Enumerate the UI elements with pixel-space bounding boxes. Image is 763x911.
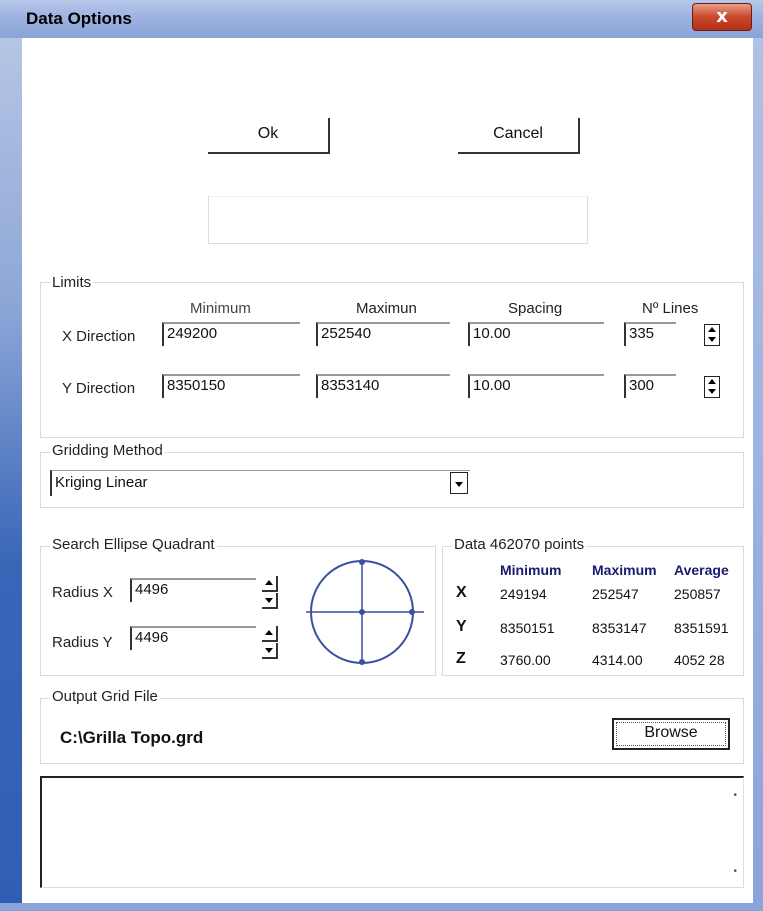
browse-button[interactable]: Browse xyxy=(612,718,730,750)
close-icon: x xyxy=(716,6,728,27)
x-spacing-field[interactable]: 10.00 xyxy=(468,322,604,346)
spin-up-icon xyxy=(265,580,273,585)
spin-up-button[interactable] xyxy=(262,576,278,592)
y-min-field[interactable]: 8350150 xyxy=(162,374,300,398)
empty-panel xyxy=(208,196,588,244)
ellipse-group-label: Search Ellipse Quadrant xyxy=(50,536,217,553)
stats-axis-z: Z xyxy=(456,650,466,667)
y-lines-spinner[interactable] xyxy=(704,376,720,398)
stats-x-max: 252547 xyxy=(592,586,639,602)
output-group-label: Output Grid File xyxy=(50,688,160,705)
spin-up-icon xyxy=(708,379,716,384)
dialog-body: Ok Cancel Limits Minimum Maximun Spacing… xyxy=(22,38,753,903)
col-spacing-header: Spacing xyxy=(508,300,563,317)
stats-axis-x: X xyxy=(456,584,467,601)
stats-y-min: 8350151 xyxy=(500,620,555,636)
stats-z-avg: 4052 28 xyxy=(674,652,725,668)
spin-up-icon xyxy=(708,327,716,332)
spin-down-icon xyxy=(708,337,716,342)
limits-group-label: Limits xyxy=(50,274,94,291)
scroll-up-icon[interactable]: • xyxy=(733,790,737,801)
gridding-group-label: Gridding Method xyxy=(50,442,165,459)
gridding-method-select[interactable]: Kriging Linear xyxy=(50,470,470,496)
radius-x-spinner[interactable] xyxy=(262,576,278,612)
y-spacing-field[interactable]: 10.00 xyxy=(468,374,604,398)
spin-down-icon xyxy=(265,648,273,653)
col-minimum-header: Minimum xyxy=(190,300,251,317)
window-bottom-border xyxy=(0,903,763,911)
stats-x-min: 249194 xyxy=(500,586,547,602)
window-right-border xyxy=(753,38,763,911)
radius-x-label: Radius X xyxy=(52,584,113,601)
stats-y-max: 8353147 xyxy=(592,620,647,636)
window-left-border xyxy=(0,38,22,911)
dropdown-arrow-icon xyxy=(455,482,463,487)
spin-down-button[interactable] xyxy=(262,593,278,609)
window-title: Data Options xyxy=(26,9,132,28)
ellipse-quadrant-icon xyxy=(306,559,424,665)
stats-header-minimum: Minimum xyxy=(500,562,562,578)
x-max-field[interactable]: 252540 xyxy=(316,322,450,346)
data-label: Data xyxy=(454,536,486,553)
stats-header-maximum: Maximum xyxy=(592,562,657,578)
x-direction-label: X Direction xyxy=(62,328,136,345)
radius-x-field[interactable]: 4496 xyxy=(130,578,256,602)
spin-down-icon xyxy=(708,389,716,394)
stats-z-max: 4314.00 xyxy=(592,652,643,668)
output-file-path: C:\Grilla Topo.grd xyxy=(60,728,204,747)
spin-down-icon xyxy=(265,598,273,603)
spin-up-icon xyxy=(265,630,273,635)
stats-y-avg: 8351591 xyxy=(674,620,729,636)
stats-axis-y: Y xyxy=(456,618,467,635)
ok-button[interactable]: Ok xyxy=(208,118,330,154)
spin-down-button[interactable] xyxy=(262,643,278,659)
radius-y-label: Radius Y xyxy=(52,634,113,651)
cancel-button[interactable]: Cancel xyxy=(458,118,580,154)
radius-y-spinner[interactable] xyxy=(262,626,278,662)
title-bar[interactable]: Data Options x xyxy=(0,0,763,38)
data-points-count: 462070 points xyxy=(489,536,585,553)
stats-header-average: Average xyxy=(674,562,729,578)
stats-x-avg: 250857 xyxy=(674,586,721,602)
close-button[interactable]: x xyxy=(692,3,752,31)
x-min-field[interactable]: 249200 xyxy=(162,322,300,346)
x-lines-spinner[interactable] xyxy=(704,324,720,346)
log-textarea[interactable]: • • xyxy=(40,776,744,888)
data-stats-title: Data 462070 points xyxy=(452,536,587,553)
radius-y-field[interactable]: 4496 xyxy=(130,626,256,650)
col-maximum-header: Maximun xyxy=(356,300,417,317)
y-direction-label: Y Direction xyxy=(62,380,136,397)
y-max-field[interactable]: 8353140 xyxy=(316,374,450,398)
x-lines-field[interactable]: 335 xyxy=(624,322,676,346)
data-options-window: Data Options x Ok Cancel Limits Minimum … xyxy=(0,0,763,911)
stats-z-min: 3760.00 xyxy=(500,652,551,668)
spin-up-button[interactable] xyxy=(262,626,278,642)
gridding-dropdown-button[interactable] xyxy=(450,472,468,494)
y-lines-field[interactable]: 300 xyxy=(624,374,676,398)
col-lines-header: Nº Lines xyxy=(642,300,699,317)
scroll-down-icon[interactable]: • xyxy=(733,866,737,877)
